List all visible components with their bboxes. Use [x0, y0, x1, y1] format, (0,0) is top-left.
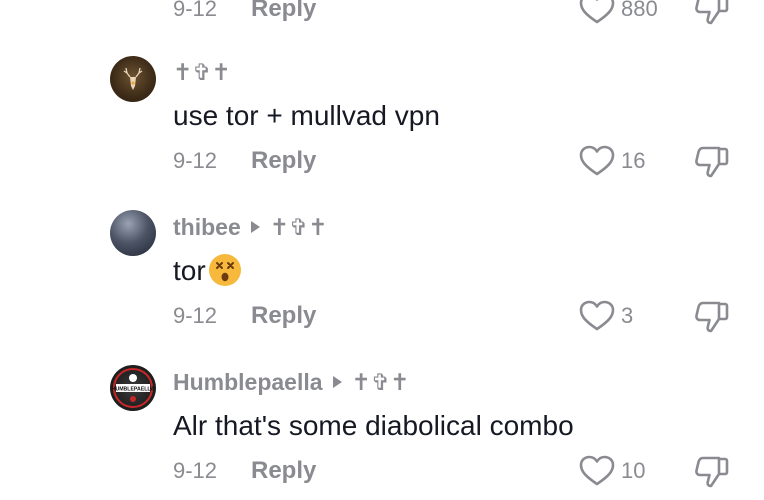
- comment-text-content: tor: [173, 255, 206, 286]
- avatar[interactable]: [110, 56, 156, 102]
- like-button[interactable]: 10: [579, 455, 646, 487]
- comment-text-content: use tor + mullvad vpn: [173, 100, 440, 131]
- comment-author-row: thibee ✝︎✞✝︎: [173, 213, 328, 241]
- dislike-icon[interactable]: [694, 0, 730, 26]
- comment-date: 9-12: [173, 148, 218, 173]
- comment-text: use tor + mullvad vpn: [173, 98, 440, 134]
- heart-icon: [579, 0, 615, 25]
- reply-button[interactable]: Reply: [251, 302, 316, 330]
- comment-author[interactable]: Humblepaella: [173, 369, 323, 396]
- heart-icon: [579, 300, 615, 332]
- deer-icon: [123, 67, 143, 90]
- comment-thread: 9-12 Reply 880 ✝︎✞✝︎ use tor + mullvad v…: [0, 0, 764, 500]
- avatar[interactable]: HUMBLEPAELLA: [110, 365, 156, 411]
- heart-icon: [579, 455, 615, 487]
- comment-author[interactable]: ✝︎✞✝︎: [173, 59, 231, 86]
- reply-button[interactable]: Reply: [251, 147, 316, 175]
- comment-meta: 9-12 Reply: [173, 0, 316, 24]
- comment-date: 9-12: [173, 458, 218, 483]
- dislike-icon[interactable]: [694, 455, 730, 489]
- club-badge-icon: HUMBLEPAELLA: [112, 368, 155, 408]
- comment-meta: 9-12 Reply: [173, 456, 316, 486]
- like-button[interactable]: 880: [579, 0, 658, 24]
- comment-author-row: ✝︎✞✝︎: [173, 58, 231, 86]
- heart-icon: [579, 145, 615, 177]
- like-count: 10: [621, 458, 646, 483]
- comment-date: 9-12: [173, 303, 218, 328]
- comment-text: tor: [173, 252, 242, 290]
- reply-button[interactable]: Reply: [251, 0, 316, 23]
- dizzy-face-emoji-icon: [208, 253, 242, 287]
- comment-meta: 9-12 Reply: [173, 301, 316, 331]
- reply-to-author[interactable]: ✝︎✞✝︎: [270, 214, 328, 241]
- reply-arrow-icon: [332, 376, 342, 388]
- comment-author[interactable]: thibee: [173, 214, 241, 241]
- dislike-icon[interactable]: [694, 300, 730, 334]
- comment-text: Alr that's some diabolical combo: [173, 408, 574, 444]
- like-count: 880: [621, 0, 658, 21]
- dislike-icon[interactable]: [694, 145, 730, 179]
- comment-author-row: Humblepaella ✝︎✞✝︎: [173, 368, 409, 396]
- reply-button[interactable]: Reply: [251, 457, 316, 485]
- like-count: 16: [621, 148, 646, 173]
- reply-to-author[interactable]: ✝︎✞✝︎: [352, 369, 410, 396]
- avatar[interactable]: [110, 210, 156, 256]
- like-button[interactable]: 3: [579, 300, 634, 332]
- like-button[interactable]: 16: [579, 145, 646, 177]
- svg-text:HUMBLEPAELLA: HUMBLEPAELLA: [112, 387, 155, 393]
- comment-text-content: Alr that's some diabolical combo: [173, 410, 574, 441]
- comment-meta: 9-12 Reply: [173, 146, 316, 176]
- like-count: 3: [621, 303, 634, 328]
- comment-date: 9-12: [173, 0, 218, 21]
- reply-arrow-icon: [250, 221, 260, 233]
